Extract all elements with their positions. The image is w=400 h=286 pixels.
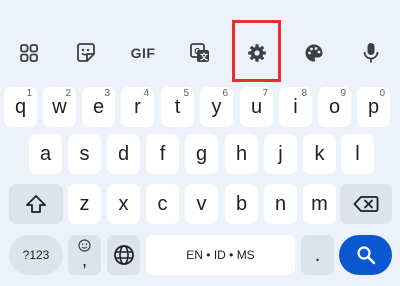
key-i[interactable]: i8 bbox=[279, 87, 312, 127]
sticker-icon bbox=[77, 43, 95, 62]
key-h[interactable]: h bbox=[225, 134, 258, 174]
gif-button[interactable]: GIF bbox=[118, 30, 168, 76]
key-b[interactable]: b bbox=[225, 184, 258, 224]
shift-arrow-icon bbox=[26, 195, 46, 213]
theme-button[interactable] bbox=[289, 30, 339, 76]
shift-key[interactable] bbox=[9, 184, 63, 224]
settings-button[interactable] bbox=[232, 30, 282, 76]
keyboard-row-1: q1 w2 e3 r4 t5 y6 u7 i8 o9 p0 bbox=[0, 87, 400, 127]
key-q[interactable]: q1 bbox=[4, 87, 37, 127]
key-x[interactable]: x bbox=[107, 184, 140, 224]
key-j[interactable]: j bbox=[264, 134, 297, 174]
space-bar[interactable]: EN • ID • MS bbox=[146, 235, 295, 275]
search-action-key[interactable] bbox=[339, 235, 392, 275]
key-f[interactable]: f bbox=[146, 134, 179, 174]
key-z[interactable]: z bbox=[68, 184, 101, 224]
key-d[interactable]: d bbox=[107, 134, 140, 174]
key-g[interactable]: g bbox=[185, 134, 218, 174]
translate-icon: G 文 bbox=[190, 43, 209, 62]
backspace-key[interactable] bbox=[340, 184, 392, 224]
gif-label: GIF bbox=[130, 45, 156, 61]
key-e[interactable]: e3 bbox=[82, 87, 115, 127]
apps-grid-button[interactable] bbox=[4, 30, 54, 76]
key-k[interactable]: k bbox=[303, 134, 336, 174]
key-r[interactable]: r4 bbox=[121, 87, 154, 127]
backspace-icon bbox=[353, 196, 379, 212]
key-m[interactable]: m bbox=[303, 184, 336, 224]
keyboard-row-2: a s d f g h j k l bbox=[0, 134, 400, 174]
microphone-icon bbox=[363, 43, 379, 63]
svg-text:文: 文 bbox=[200, 52, 209, 62]
key-s[interactable]: s bbox=[68, 134, 101, 174]
key-n[interactable]: n bbox=[264, 184, 297, 224]
key-o[interactable]: o9 bbox=[318, 87, 351, 127]
key-v[interactable]: v bbox=[185, 184, 218, 224]
settings-icon bbox=[248, 44, 266, 62]
suggestion-toolbar: GIF G 文 bbox=[0, 30, 400, 76]
key-y[interactable]: y6 bbox=[200, 87, 233, 127]
search-icon bbox=[356, 246, 375, 265]
symbols-key[interactable]: ?123 bbox=[9, 235, 63, 275]
key-c[interactable]: c bbox=[146, 184, 179, 224]
translate-button[interactable]: G 文 bbox=[175, 30, 225, 76]
key-w[interactable]: w2 bbox=[43, 87, 76, 127]
period-key[interactable]: . bbox=[301, 235, 334, 275]
key-t[interactable]: t5 bbox=[161, 87, 194, 127]
key-a[interactable]: a bbox=[29, 134, 62, 174]
emoji-comma-key[interactable]: , bbox=[68, 235, 101, 275]
language-switch-key[interactable] bbox=[107, 235, 140, 275]
voice-input-button[interactable] bbox=[346, 30, 396, 76]
sticker-button[interactable] bbox=[61, 30, 111, 76]
key-p[interactable]: p0 bbox=[357, 87, 390, 127]
apps-grid-icon bbox=[20, 44, 38, 62]
key-l[interactable]: l bbox=[341, 134, 374, 174]
globe-icon bbox=[113, 245, 134, 265]
keyboard-row-3: z x c v b n m bbox=[0, 184, 400, 224]
key-u[interactable]: u7 bbox=[240, 87, 273, 127]
keyboard-row-4: ?123 , EN • ID • MS . bbox=[0, 235, 400, 275]
theme-palette-icon bbox=[305, 44, 323, 62]
